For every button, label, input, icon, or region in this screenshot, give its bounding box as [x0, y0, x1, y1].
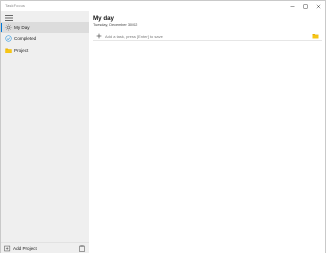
- sidebar-item-my-day[interactable]: My Day: [1, 22, 89, 33]
- sidebar-item-completed[interactable]: Completed: [1, 33, 89, 44]
- sidebar-item-label: Completed: [14, 36, 37, 41]
- add-project-button[interactable]: Add Project: [4, 245, 37, 252]
- minimize-icon: [290, 5, 295, 7]
- sun-icon: [5, 24, 12, 31]
- add-task-bar: [93, 31, 322, 41]
- active-indicator: [1, 23, 3, 32]
- minimize-button[interactable]: [286, 1, 299, 11]
- add-task-input[interactable]: [105, 32, 305, 40]
- page-title: My day: [93, 15, 114, 22]
- app-window: TaskFocus My Day Completed Project Add P…: [0, 0, 326, 253]
- sidebar-footer: Add Project: [1, 242, 89, 253]
- maximize-button[interactable]: [299, 1, 312, 11]
- sidebar-item-project[interactable]: Project: [1, 45, 89, 56]
- title-bar[interactable]: TaskFocus: [1, 1, 325, 11]
- close-icon: [316, 4, 321, 8]
- add-project-icon: [4, 245, 11, 252]
- hamburger-icon[interactable]: [5, 15, 13, 21]
- main-panel: My day Tuesday, December 30/02: [89, 11, 325, 253]
- sidebar: My Day Completed Project Add Project: [1, 11, 89, 253]
- maximize-icon: [303, 4, 308, 8]
- sidebar-item-label: My Day: [14, 25, 30, 30]
- project-folder-icon[interactable]: [312, 33, 319, 39]
- sidebar-item-label: Project: [14, 48, 29, 53]
- check-circle-icon: [5, 35, 12, 42]
- plus-icon[interactable]: [96, 33, 102, 39]
- window-title: TaskFocus: [5, 3, 26, 8]
- add-project-label: Add Project: [13, 246, 37, 251]
- page-date: Tuesday, December 30/02: [93, 23, 138, 27]
- clipboard-icon[interactable]: [79, 245, 85, 252]
- folder-icon: [5, 48, 12, 53]
- close-button[interactable]: [312, 1, 325, 11]
